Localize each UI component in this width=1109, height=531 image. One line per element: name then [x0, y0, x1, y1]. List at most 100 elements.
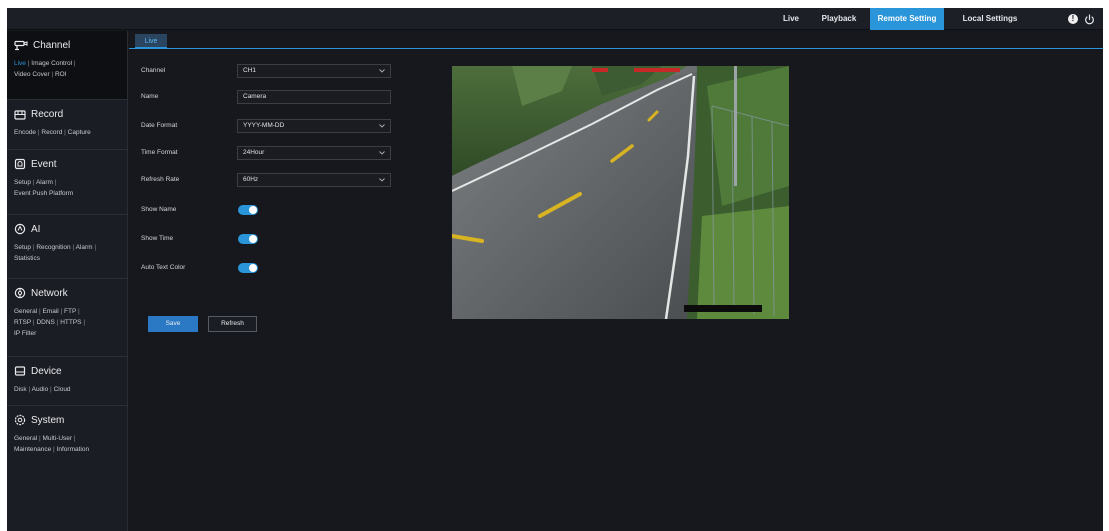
sidebar-item-network[interactable]: Network: [14, 285, 121, 301]
sidebar-title: Device: [31, 365, 62, 377]
field-label: Refresh Rate: [141, 176, 180, 183]
sidebar-item-ai[interactable]: AI: [14, 221, 121, 237]
sidebar-link-roi[interactable]: ROI: [55, 71, 67, 78]
sidebar-link-event-push-platform[interactable]: Event Push Platform: [14, 190, 73, 197]
sidebar-item-channel[interactable]: Channel: [14, 37, 121, 53]
sidebar-title: Network: [31, 287, 68, 299]
sidebar-item-record[interactable]: Record: [14, 106, 121, 122]
sidebar-link-email[interactable]: Email: [42, 308, 58, 315]
subtab-bar: Live: [129, 31, 1103, 49]
sidebar-item-system[interactable]: System: [14, 412, 121, 428]
sidebar-link-general[interactable]: General: [14, 308, 37, 315]
record-icon: [14, 109, 26, 120]
system-icon: [14, 414, 26, 426]
sidebar-link-rtsp[interactable]: RTSP: [14, 319, 31, 326]
field-refresh-rate: Refresh Rate 60Hz: [141, 173, 391, 189]
sidebar-title: Channel: [33, 39, 71, 51]
tab-local-settings[interactable]: Local Settings: [950, 8, 1030, 30]
sidebar-section-ai: AI Setup | Recognition | Alarm | Statist…: [7, 215, 127, 279]
subtab-live[interactable]: Live: [135, 34, 167, 49]
show-name-toggle[interactable]: [238, 205, 258, 215]
refresh-rate-select[interactable]: 60Hz: [237, 173, 391, 187]
ai-icon: [14, 223, 26, 235]
time-format-select[interactable]: 24Hour: [237, 146, 391, 160]
sidebar-link-recognition[interactable]: Recognition: [36, 244, 70, 251]
date-format-select[interactable]: YYYY-MM-DD: [237, 119, 391, 133]
app-window: Live Playback Remote Setting Local Setti…: [7, 8, 1103, 531]
toggle-label: Auto Text Color: [141, 264, 186, 271]
sidebar-section-record: Record Encode | Record | Capture: [7, 100, 127, 150]
sidebar-section-system: System General | Multi-User | Maintenanc…: [7, 406, 127, 469]
sidebar-link-encode[interactable]: Encode: [14, 129, 36, 136]
top-nav: Live Playback Remote Setting Local Setti…: [773, 8, 1103, 30]
tab-playback[interactable]: Playback: [813, 8, 865, 30]
sidebar-link-statistics[interactable]: Statistics: [14, 255, 40, 262]
sidebar-link-video-cover[interactable]: Video Cover: [14, 71, 50, 78]
tab-remote-setting[interactable]: Remote Setting: [870, 8, 944, 30]
sidebar-section-device: Device Disk | Audio | Cloud: [7, 357, 127, 406]
toggle-label: Show Name: [141, 206, 177, 213]
sidebar-item-device[interactable]: Device: [14, 363, 121, 379]
toggle-knob: [249, 206, 257, 214]
info-icon[interactable]: !: [1068, 14, 1078, 24]
top-bar: Live Playback Remote Setting Local Setti…: [7, 8, 1103, 30]
sidebar-link-setup[interactable]: Setup: [14, 179, 31, 186]
field-label: Name: [141, 93, 159, 100]
save-button[interactable]: Save: [148, 316, 198, 332]
sidebar-link-record[interactable]: Record: [41, 129, 62, 136]
live-preview[interactable]: [452, 66, 789, 319]
event-icon: [14, 158, 26, 170]
sidebar-section-channel: Channel Live | Image Control | Video Cov…: [7, 31, 127, 100]
toggle-knob: [249, 235, 257, 243]
sidebar-link-image-control[interactable]: Image Control: [31, 60, 72, 67]
toggle-label: Show Time: [141, 235, 174, 242]
select-value: 24Hour: [243, 149, 265, 156]
sidebar-title: AI: [31, 223, 41, 235]
chevron-down-icon: [379, 69, 385, 73]
toggle-row-auto-text-color: Auto Text Color: [141, 261, 391, 277]
show-time-toggle[interactable]: [238, 234, 258, 244]
name-input[interactable]: Camera: [237, 90, 391, 104]
camera-feed-image: [452, 66, 789, 319]
sidebar-link-ftp[interactable]: FTP: [64, 308, 76, 315]
sidebar-link-audio[interactable]: Audio: [32, 386, 49, 393]
camera-icon: [14, 40, 28, 51]
power-icon[interactable]: [1084, 13, 1095, 25]
sidebar-item-event[interactable]: Event: [14, 156, 121, 172]
auto-text-color-toggle[interactable]: [238, 263, 258, 273]
sidebar-title: Event: [31, 158, 57, 170]
sidebar-link-cloud[interactable]: Cloud: [54, 386, 71, 393]
sidebar: Channel Live | Image Control | Video Cov…: [7, 31, 128, 531]
sidebar-link-ddns[interactable]: DDNS: [36, 319, 54, 326]
sidebar-link-ip-filter[interactable]: IP Filter: [14, 330, 36, 337]
sidebar-link-multi-user[interactable]: Multi-User: [42, 435, 72, 442]
device-icon: [14, 365, 26, 377]
channel-select[interactable]: CH1: [237, 64, 391, 78]
toggle-row-show-name: Show Name: [141, 203, 391, 219]
sidebar-section-event: Event Setup | Alarm | Event Push Platfor…: [7, 150, 127, 215]
sidebar-link-maintenance[interactable]: Maintenance: [14, 446, 51, 453]
sidebar-link-setup[interactable]: Setup: [14, 244, 31, 251]
field-date-format: Date Format YYYY-MM-DD: [141, 119, 391, 135]
chevron-down-icon: [379, 151, 385, 155]
sidebar-link-alarm[interactable]: Alarm: [76, 244, 93, 251]
select-value: 60Hz: [243, 176, 259, 183]
tab-live[interactable]: Live: [773, 8, 809, 30]
sidebar-link-information[interactable]: Information: [57, 446, 90, 453]
toggle-row-show-time: Show Time: [141, 232, 391, 248]
sidebar-link-https[interactable]: HTTPS: [60, 319, 81, 326]
sidebar-link-capture[interactable]: Capture: [68, 129, 91, 136]
toggle-knob: [249, 264, 257, 272]
field-name: Name Camera: [141, 90, 391, 106]
select-value: YYYY-MM-DD: [243, 122, 285, 129]
field-channel: Channel CH1: [141, 64, 391, 80]
field-label: Date Format: [141, 122, 178, 129]
chevron-down-icon: [379, 124, 385, 128]
refresh-button[interactable]: Refresh: [208, 316, 257, 332]
sidebar-link-live[interactable]: Live: [14, 60, 26, 67]
sidebar-link-alarm[interactable]: Alarm: [36, 179, 53, 186]
select-value: CH1: [243, 67, 257, 74]
sidebar-link-general[interactable]: General: [14, 435, 37, 442]
network-icon: [14, 287, 26, 299]
sidebar-link-disk[interactable]: Disk: [14, 386, 27, 393]
